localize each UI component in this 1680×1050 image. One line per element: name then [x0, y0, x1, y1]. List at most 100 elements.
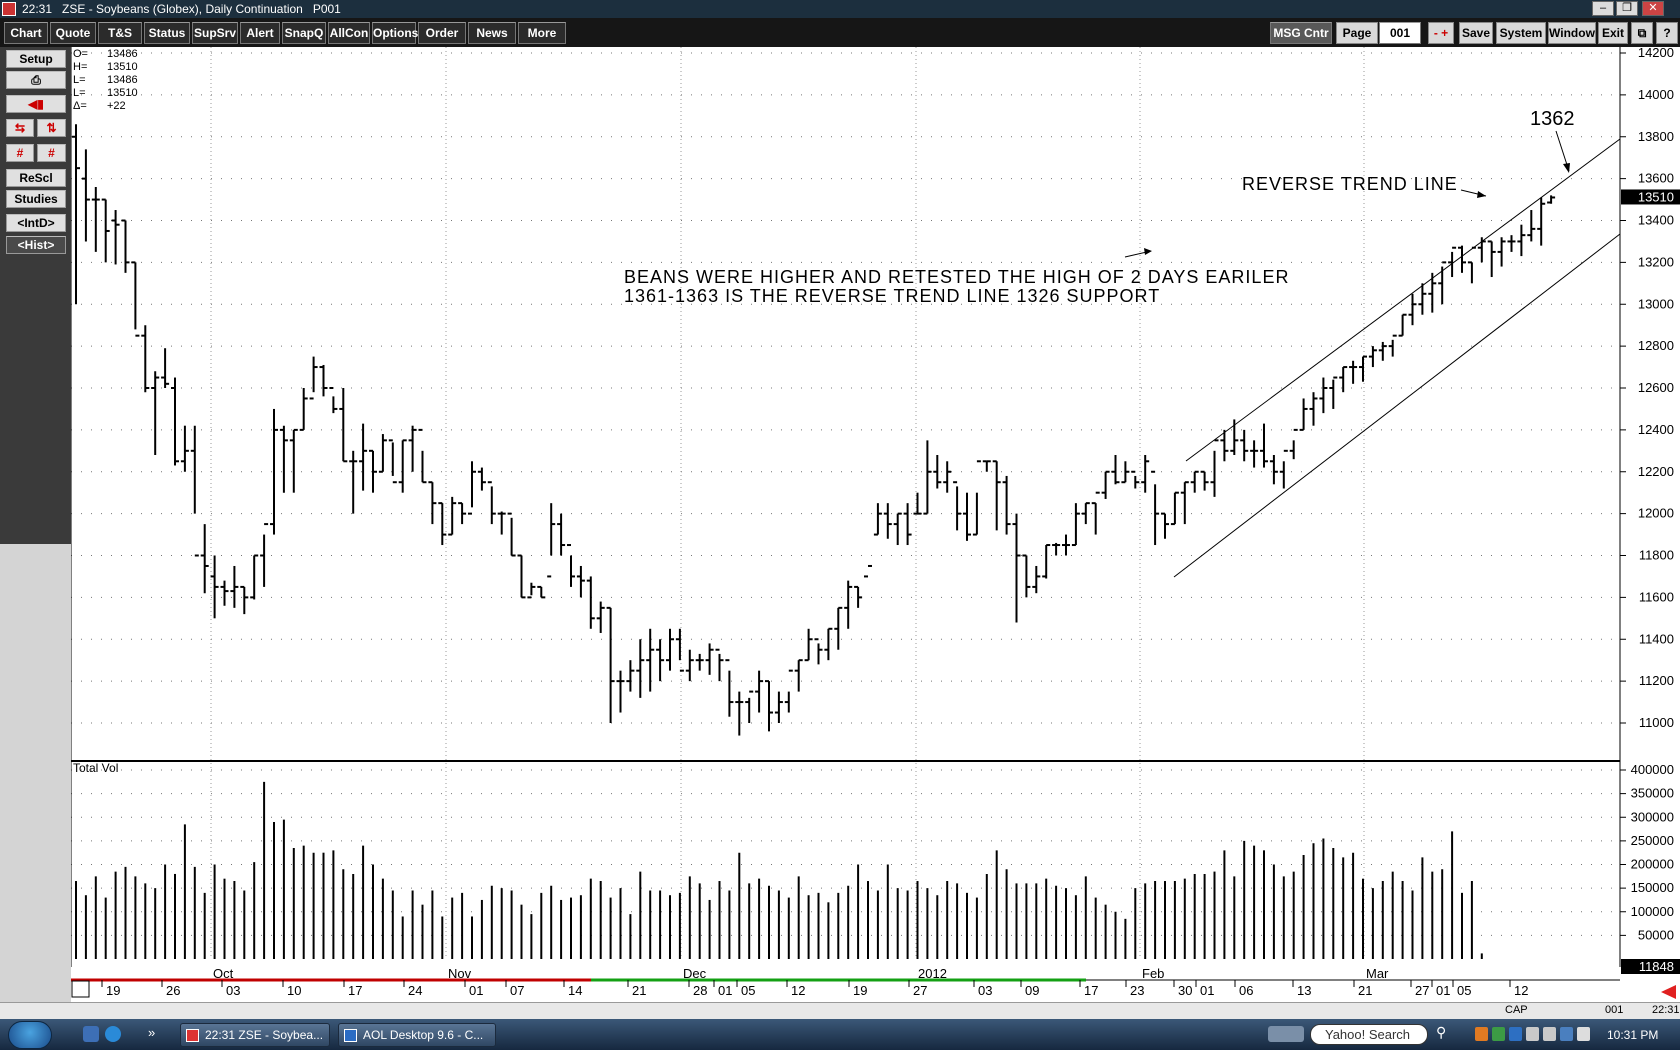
low-value: 13486	[107, 74, 138, 86]
toolbar-button-order[interactable]: Order	[418, 22, 466, 44]
toolbar-button-ts[interactable]: T&S	[98, 22, 142, 44]
day-label: 17	[348, 983, 362, 998]
day-label: 14	[568, 983, 582, 998]
day-label: 01	[1436, 983, 1450, 998]
save-button[interactable]: Save	[1459, 22, 1493, 44]
search-icon[interactable]: ⚲	[1436, 1024, 1446, 1041]
toolbar-button-snapq[interactable]: SnapQ	[282, 22, 326, 44]
toolbar-button-options[interactable]: Options	[372, 22, 418, 44]
month-label: Mar	[1366, 966, 1389, 981]
exit-button[interactable]: Exit	[1598, 22, 1628, 44]
show-desktop-icon[interactable]	[83, 1026, 99, 1042]
page-number-field[interactable]: 001	[1379, 22, 1421, 44]
compress-icon[interactable]: #	[6, 144, 34, 162]
day-label: 01	[718, 983, 732, 998]
toolbar-button-quote[interactable]: Quote	[50, 22, 96, 44]
toolbar-button-allcon[interactable]: AllCon	[328, 22, 370, 44]
last-volume-label: 11848	[1639, 959, 1674, 974]
studies-button[interactable]: Studies	[6, 190, 66, 208]
day-label: 07	[510, 983, 524, 998]
day-label: 24	[408, 983, 422, 998]
open-label: O=	[73, 48, 88, 60]
rescale-button[interactable]: ReScl	[6, 169, 66, 187]
window-title: 22:31 ZSE - Soybeans (Globex), Daily Con…	[22, 2, 341, 16]
taskbar-item-aol[interactable]: AOL Desktop 9.6 - C...	[338, 1023, 496, 1047]
target-label: 1362	[1530, 108, 1575, 130]
erase-icon[interactable]: ◀▮	[6, 95, 66, 113]
tray-icon-1[interactable]	[1475, 1027, 1488, 1041]
close-icon[interactable]: ✕	[1642, 1, 1664, 16]
chart-panel[interactable]: BEANS WERE HIGHER AND RETESTED THE HIGH …	[70, 45, 1680, 1012]
toolbar-button-status[interactable]: Status	[144, 22, 190, 44]
clock: 10:31 PM	[1607, 1028, 1659, 1042]
taskbar: » 22:31 ZSE - Soybea... AOL Desktop 9.6 …	[0, 1019, 1680, 1050]
caps-indicator: CAP	[1505, 1004, 1528, 1016]
price-tick-label: 11800	[1639, 548, 1674, 563]
month-label: 2012	[918, 966, 947, 981]
network-icon[interactable]	[1560, 1027, 1573, 1041]
price-tick-label: 12600	[1638, 380, 1674, 395]
volume-tick-label: 350000	[1631, 786, 1674, 801]
annotation-line-2: 1361-1363 IS THE REVERSE TREND LINE 1326…	[624, 286, 1160, 306]
day-label: 27	[1415, 983, 1429, 998]
tray-icon-4[interactable]	[1526, 1027, 1539, 1041]
month-label: Dec	[683, 966, 707, 981]
window-button[interactable]: Window	[1548, 22, 1596, 44]
month-label: Feb	[1142, 966, 1164, 981]
volume-icon[interactable]	[1577, 1027, 1590, 1041]
price-tick-label: 11200	[1639, 673, 1674, 688]
day-label: 03	[226, 983, 240, 998]
price-tick-label: 13000	[1638, 296, 1674, 311]
last-label: L=	[73, 87, 86, 99]
page-indicator: 001	[1605, 1004, 1624, 1016]
setup-button[interactable]: Setup	[6, 50, 66, 68]
history-button[interactable]: <Hist>	[6, 236, 66, 254]
tray-icon-5[interactable]	[1543, 1027, 1556, 1041]
price-tick-label: 12200	[1638, 464, 1674, 479]
search-input[interactable]: Yahoo! Search	[1310, 1024, 1428, 1045]
date-scroll-box[interactable]	[71, 980, 90, 998]
toolbar-button-more[interactable]: More	[518, 22, 566, 44]
toolbar-button-news[interactable]: News	[468, 22, 516, 44]
intraday-button[interactable]: <IntD>	[6, 214, 66, 232]
price-tick-label: 14000	[1638, 87, 1674, 102]
change-label: Δ=	[73, 100, 87, 112]
high-value: 13510	[107, 61, 138, 73]
status-time: 22:31	[1652, 1004, 1680, 1016]
page-step-button[interactable]: - +	[1428, 22, 1454, 44]
sidebar: Setup ⎙ ◀▮ ⇆ ⇅ # # ReScl Studies <IntD> …	[0, 47, 71, 1012]
scroll-up-icon[interactable]: ⇅	[37, 119, 66, 137]
hp-icon[interactable]	[1268, 1026, 1304, 1042]
minimize-icon[interactable]: –	[1592, 1, 1614, 16]
day-label: 26	[166, 983, 180, 998]
price-tick-label: 12000	[1638, 506, 1674, 521]
tile-icon[interactable]: ⧉	[1631, 22, 1653, 44]
toolbar-button-alert[interactable]: Alert	[240, 22, 280, 44]
print-icon[interactable]: ⎙	[6, 71, 66, 89]
toolbar-button-chart[interactable]: Chart	[4, 22, 48, 44]
price-tick-label: 13200	[1638, 254, 1674, 269]
price-tick-label: 11600	[1639, 589, 1674, 604]
quicklaunch-more-icon[interactable]: »	[148, 1025, 155, 1040]
restore-icon[interactable]: ❐	[1616, 1, 1638, 16]
page-label: Page	[1336, 22, 1378, 44]
price-chart[interactable]: BEANS WERE HIGHER AND RETESTED THE HIGH …	[70, 45, 1680, 1012]
price-tick-label: 13600	[1638, 171, 1674, 186]
tray-icon-3[interactable]	[1509, 1027, 1522, 1041]
scroll-left-icon[interactable]: ⇆	[6, 119, 34, 137]
day-label: 28	[693, 983, 707, 998]
expand-icon[interactable]: #	[37, 144, 66, 162]
browser-icon[interactable]	[105, 1026, 121, 1042]
tray-icon-2[interactable]	[1492, 1027, 1505, 1041]
price-tick-label: 11400	[1639, 631, 1674, 646]
taskbar-item-chart[interactable]: 22:31 ZSE - Soybea...	[180, 1023, 330, 1047]
volume-title: Total Vol	[73, 761, 118, 775]
toolbar-button-supsrv[interactable]: SupSrv	[192, 22, 238, 44]
help-button[interactable]: ?	[1656, 22, 1678, 44]
volume-tick-label: 150000	[1631, 880, 1674, 895]
system-button[interactable]: System	[1496, 22, 1546, 44]
last-value: 13510	[107, 87, 138, 99]
start-button[interactable]	[8, 1021, 52, 1049]
msg-center-button[interactable]: MSG Cntr	[1270, 22, 1332, 44]
day-label: 23	[1130, 983, 1144, 998]
